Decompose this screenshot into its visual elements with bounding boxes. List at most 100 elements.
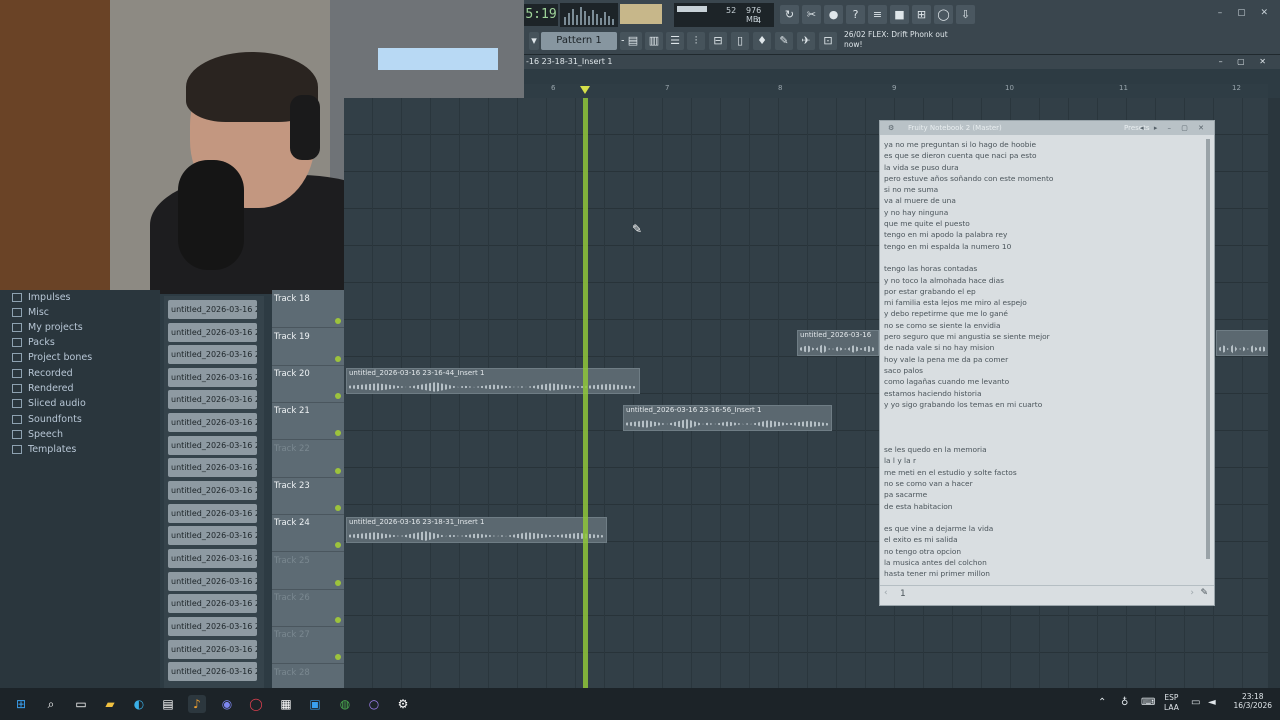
channel-rack-icon[interactable]: ☰	[666, 32, 684, 50]
track-enable-dot[interactable]	[335, 505, 341, 511]
tray-mic-icon[interactable]: ♁	[1121, 697, 1128, 708]
task-view-icon[interactable]: ▭	[72, 695, 90, 713]
song-time-display[interactable]: 5:19	[524, 4, 558, 26]
mixer-icon[interactable]: ⫶	[687, 32, 705, 50]
help-icon[interactable]: ?	[846, 5, 865, 24]
browser-item-my-projects[interactable]: My projects	[12, 322, 83, 333]
chrome-icon[interactable]: ◍	[336, 695, 354, 713]
audio-clip[interactable]: untitled_2026-03-16 23-18-31_Insert 1	[346, 517, 607, 543]
browser-item-impulses[interactable]: Impulses	[12, 292, 71, 303]
channel-button[interactable]: untitled_2026-03-16 22-...	[168, 390, 257, 409]
timeline-ruler[interactable]: 6 7 8 9 10 11 12	[524, 84, 1268, 98]
touch-controller-icon[interactable]: ✎	[775, 32, 793, 50]
channel-button[interactable]: untitled_2026-03-16 22-...	[168, 549, 257, 568]
edit-pencil-icon[interactable]: ✎	[1200, 588, 1208, 598]
channel-button[interactable]: untitled_2026-03-16 22-...	[168, 345, 257, 364]
audio-clip[interactable]: untitled_2026-03-16 23-16-56_Insert 1	[623, 405, 832, 431]
playlist-window-controls[interactable]: – ▢ ✕	[1219, 55, 1272, 69]
discord-icon[interactable]: ◉	[218, 695, 236, 713]
channel-button[interactable]: untitled_2026-03-16 22-...	[168, 300, 257, 319]
browser-item-misc[interactable]: Misc	[12, 307, 49, 318]
channel-button[interactable]: untitled_2026-03-16 22-...	[168, 640, 257, 659]
piano-roll-icon[interactable]: ▥	[645, 32, 663, 50]
notebook-scrollbar[interactable]	[1206, 139, 1210, 559]
track-enable-dot[interactable]	[335, 356, 341, 362]
channel-button[interactable]: untitled_2026-03-16 22-...	[168, 458, 257, 477]
track-header[interactable]: Track 24	[272, 514, 344, 552]
playhead-marker[interactable]	[580, 86, 590, 94]
fl-studio-icon[interactable]: ♪	[188, 695, 206, 713]
channel-button[interactable]: untitled_2026-03-16 22-...	[168, 617, 257, 636]
channel-button[interactable]: untitled_2026-03-16 22-...	[168, 504, 257, 523]
pattern-selector[interactable]: Pattern 1	[541, 32, 617, 50]
notebook-text-area[interactable]: ya no me preguntan si lo hago de hoobie e…	[884, 139, 1202, 587]
shop-icon[interactable]: ⊡	[819, 32, 837, 50]
tray-keyboard-icon[interactable]: ⌨	[1141, 697, 1155, 708]
news-hint[interactable]: 26/02 FLEX: Drift Phonk out now!	[844, 30, 954, 50]
browser-item-packs[interactable]: Packs	[12, 337, 55, 348]
app-extra-icon[interactable]: ⚙	[394, 695, 412, 713]
playlist-scrollbar[interactable]	[1268, 98, 1280, 688]
playlist-view-icon[interactable]: ▤	[624, 32, 642, 50]
browser-item-project-bones[interactable]: Project bones	[12, 352, 92, 363]
browser-icon[interactable]: ⊟	[709, 32, 727, 50]
cut-icon[interactable]: ✂	[802, 5, 821, 24]
track-header[interactable]: Track 23	[272, 477, 344, 515]
track-enable-dot[interactable]	[335, 318, 341, 324]
channel-button[interactable]: untitled_2026-03-16 22-...	[168, 436, 257, 455]
track-header[interactable]: Track 19	[272, 328, 344, 366]
channel-button[interactable]: untitled_2026-03-16 22-...	[168, 594, 257, 613]
file-icon[interactable]: ▯	[731, 32, 749, 50]
prev-page-icon[interactable]: ‹	[884, 588, 888, 598]
clock[interactable]: 23:18 16/3/2026	[1234, 692, 1272, 710]
record-mic-icon[interactable]: ●	[824, 5, 843, 24]
input-language[interactable]: ESP LAA	[1164, 693, 1179, 713]
edge-icon[interactable]: ◐	[130, 695, 148, 713]
browser-item-speech[interactable]: Speech	[12, 429, 63, 440]
browser-item-recorded[interactable]: Recorded	[12, 368, 73, 379]
channel-button[interactable]: untitled_2026-03-16 22-...	[168, 413, 257, 432]
pattern-menu-icon[interactable]: ▾	[529, 32, 539, 50]
playhead-line[interactable]	[583, 98, 588, 688]
window-controls[interactable]: – ▢ ✕	[1218, 8, 1274, 18]
master-volume-meter[interactable]	[620, 4, 662, 24]
save-icon[interactable]: ■	[890, 5, 909, 24]
notebook-window-controls[interactable]: ◂ ▸ – ▢ ✕	[1140, 121, 1208, 135]
track-enable-dot[interactable]	[335, 580, 341, 586]
audio-clip[interactable]: untitled_2026-03-16 23-16-44_Insert 1	[346, 368, 640, 394]
track-enable-dot[interactable]	[335, 393, 341, 399]
browser-item-templates[interactable]: Templates	[12, 444, 76, 455]
obs-icon[interactable]: ▦	[277, 695, 295, 713]
download-icon[interactable]: ⇩	[956, 5, 975, 24]
track-header[interactable]: Track 26	[272, 589, 344, 627]
opera-icon[interactable]: ◯	[247, 695, 265, 713]
file-explorer-icon[interactable]: ▰	[101, 695, 119, 713]
tempo-tap-icon[interactable]: ✈	[797, 32, 815, 50]
browser-item-soundfonts[interactable]: Soundfonts	[12, 414, 82, 425]
track-enable-dot[interactable]	[335, 430, 341, 436]
notebook-title-bar[interactable]: ⚙ Fruity Notebook 2 (Master) Presets ◂ ▸…	[880, 121, 1214, 135]
channel-button[interactable]: untitled_2026-03-16 22-...	[168, 662, 257, 681]
tray-volume-icon[interactable]: ◄	[1208, 697, 1216, 708]
browser-item-sliced-audio[interactable]: Sliced audio	[12, 398, 86, 409]
channel-button[interactable]: untitled_2026-03-16 22-...	[168, 526, 257, 545]
track-header[interactable]: Track 20	[272, 365, 344, 403]
plugin-icon[interactable]: ⊞	[912, 5, 931, 24]
track-enable-dot[interactable]	[335, 654, 341, 660]
channel-button[interactable]: untitled_2026-03-16 22-...	[168, 368, 257, 387]
track-enable-dot[interactable]	[335, 468, 341, 474]
channel-button[interactable]: untitled_2026-03-16 22-...	[168, 323, 257, 342]
app-window-icon[interactable]: ▣	[306, 695, 324, 713]
audio-clip[interactable]: untitled_2026-03-16	[797, 330, 879, 356]
tray-network-icon[interactable]: ▭	[1191, 697, 1200, 708]
chat-icon[interactable]: ◯	[934, 5, 953, 24]
plugin-picker-icon[interactable]: ♦	[753, 32, 771, 50]
gear-icon[interactable]: ⚙	[888, 121, 894, 135]
app-circle-icon[interactable]: ○	[365, 695, 383, 713]
audio-clip[interactable]	[1216, 330, 1270, 356]
track-header[interactable]: Track 25	[272, 552, 344, 590]
track-header[interactable]: Track 18	[272, 290, 344, 328]
tray-chevron-icon[interactable]: ⌃	[1098, 697, 1106, 708]
track-header[interactable]: Track 27	[272, 626, 344, 664]
browser-item-rendered[interactable]: Rendered	[12, 383, 74, 394]
